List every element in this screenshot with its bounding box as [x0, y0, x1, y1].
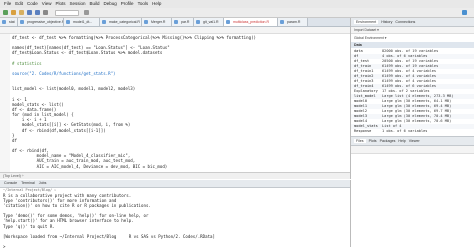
- files-toolbar: [351, 146, 474, 154]
- variable-name: Response: [354, 129, 372, 133]
- code-token: df_test$Loan.Status <- df_test$Loan.Stat…: [12, 50, 163, 56]
- editor-tab-label: progressive_objective.R: [27, 20, 64, 24]
- editor-tab-label: git_val1.R: [203, 20, 219, 24]
- editor-tab[interactable]: Merger.R: [142, 18, 172, 26]
- environment-section-header: Data: [351, 42, 474, 48]
- right-panels: Environment History Connections Import Dat…: [351, 18, 474, 248]
- r-file-icon: [66, 20, 70, 24]
- editor-tab[interactable]: model1_dt...: [64, 18, 100, 26]
- menu-bar: File Edit Code View Plots Session Build Debug Pr…: [0, 0, 474, 8]
- menu-item-debug[interactable]: Debug: [104, 0, 117, 8]
- variable-value: 1 obs. of 6 variables: [382, 129, 428, 133]
- console-line: >: [3, 243, 6, 249]
- r-file-icon: [174, 20, 178, 24]
- files-tab[interactable]: Files: [354, 139, 366, 143]
- console-tabs: Console Terminal Jobs: [0, 180, 350, 188]
- menu-item-view[interactable]: View: [42, 0, 52, 8]
- editor-tab[interactable]: stat: [0, 18, 18, 26]
- files-tab[interactable]: Help: [398, 139, 405, 143]
- r-file-icon: [144, 20, 148, 24]
- files-viewer: [351, 154, 474, 248]
- line-number-gutter: [0, 34, 10, 172]
- editor-tabs: stat progressive_objective.R model1_dt... m…: [0, 18, 350, 27]
- code-token: df: [12, 137, 17, 143]
- open-project-icon[interactable]: [11, 10, 16, 15]
- console-pane: Console Terminal Jobs ~/Internal Project/B…: [0, 180, 351, 249]
- editor-tab-label: Merger.R: [151, 20, 166, 24]
- menu-item-file[interactable]: File: [4, 0, 11, 8]
- r-file-icon: [196, 20, 200, 24]
- environment-toolbar: Import Dataset ▾: [351, 27, 474, 34]
- print-icon[interactable]: [43, 10, 48, 15]
- environment-row[interactable]: Response 1 obs. of 6 variables: [351, 129, 474, 134]
- console-tab[interactable]: Terminal: [21, 181, 35, 185]
- source-pane: stat progressive_objective.R model1_dt... m…: [0, 18, 351, 179]
- files-tab[interactable]: Plots: [369, 139, 377, 143]
- code-token: # statistics: [12, 60, 42, 66]
- save-icon[interactable]: [27, 10, 32, 15]
- new-file-icon[interactable]: [3, 10, 8, 15]
- r-file-icon: [20, 20, 24, 24]
- menu-item-profile[interactable]: Profile: [121, 0, 134, 8]
- code-token: list_model <- list(model0, model1, model…: [12, 86, 136, 92]
- environment-tab[interactable]: Environment: [354, 20, 379, 24]
- project-icon[interactable]: [462, 10, 467, 15]
- code-token: source("2. Codes/R/functions/get_stats.R…: [12, 70, 116, 76]
- code-token: AIC = AIC_model_4, Deviance = dev_mod, B…: [12, 163, 168, 169]
- menu-item-tools[interactable]: Tools: [138, 0, 149, 8]
- editor-tab-label: multiclass_prediction.R: [233, 20, 269, 24]
- editor-tab[interactable]: make_categorical.R: [100, 18, 142, 26]
- menu-item-help[interactable]: Help: [152, 0, 161, 8]
- console-output[interactable]: R is a collaborative project with many c…: [3, 193, 347, 249]
- environment-list: data 82000 obs. of 19 variables df 4 obs. o…: [351, 49, 474, 134]
- console-tab[interactable]: Console: [4, 181, 17, 185]
- editor-tab[interactable]: multiclass_prediction.R: [224, 18, 278, 26]
- editor-tab[interactable]: param.R: [278, 18, 308, 26]
- menu-item-session[interactable]: Session: [70, 0, 86, 8]
- editor-tab-label: make_categorical.R: [109, 20, 140, 24]
- global-environment-select[interactable]: Global Environment ▾: [354, 36, 386, 40]
- files-tab[interactable]: Viewer: [409, 139, 420, 143]
- editor-tab-label: param.R: [287, 20, 301, 24]
- go-to-file-icon[interactable]: [55, 10, 79, 16]
- menu-item-plots[interactable]: Plots: [55, 0, 65, 8]
- editor-tab[interactable]: git_val1.R: [194, 18, 224, 26]
- environment-tab[interactable]: History: [381, 20, 392, 24]
- r-file-icon: [102, 20, 106, 24]
- environment-tab[interactable]: Connections: [395, 20, 415, 24]
- files-tabs: Files Plots Packages Help Viewer: [351, 137, 474, 146]
- code-token: df <- rbind(df,model_stats[[i-1]]): [12, 127, 106, 133]
- editor-toolbar: [0, 27, 350, 34]
- editor-tab[interactable]: progressive_objective.R: [18, 18, 64, 26]
- editor-tab-label: stat: [9, 20, 15, 24]
- files-pane: Files Plots Packages Help Viewer: [351, 136, 474, 248]
- main-toolbar: [0, 8, 474, 18]
- r-file-icon: [280, 20, 284, 24]
- menu-item-code[interactable]: Code: [27, 0, 38, 8]
- editor-tab[interactable]: par.R: [172, 18, 194, 26]
- menu-item-build[interactable]: Build: [90, 0, 100, 8]
- code-editor[interactable]: df_test <- df_test %>% formatting(%>% Pr…: [12, 35, 348, 179]
- editor-status-bar: (Top Level) ÷: [0, 172, 350, 179]
- environment-scope: Global Environment ▾: [351, 35, 474, 41]
- r-file-icon: [2, 20, 6, 24]
- open-file-icon[interactable]: [19, 10, 24, 15]
- addins-icon[interactable]: [84, 10, 89, 15]
- editor-tab-label: par.R: [181, 20, 190, 24]
- editor-tab-label: model1_dt...: [73, 20, 93, 24]
- save-all-icon[interactable]: [35, 10, 40, 15]
- console-tab[interactable]: Jobs: [39, 181, 47, 185]
- import-dataset-button[interactable]: Import Dataset ▾: [354, 28, 379, 32]
- files-tab[interactable]: Packages: [380, 139, 396, 143]
- menu-item-edit[interactable]: Edit: [15, 0, 23, 8]
- r-file-icon: [226, 20, 230, 24]
- environment-tabs: Environment History Connections: [351, 18, 474, 27]
- code-token: df_test <- df_test %>% formatting(%>% Pr…: [12, 35, 256, 40]
